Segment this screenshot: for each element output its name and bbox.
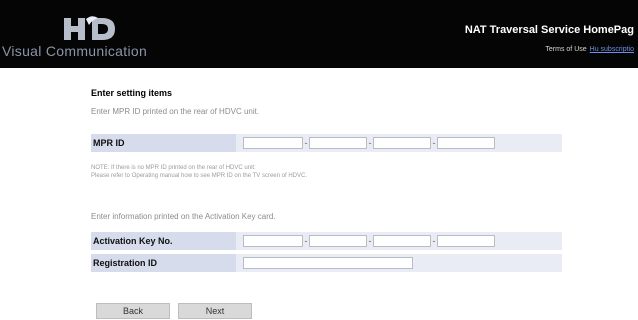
mpr-id-field-4[interactable] xyxy=(437,137,495,149)
hd-logo-icon xyxy=(64,16,115,40)
activation-key-label: Activation Key No. xyxy=(91,232,236,250)
mpr-id-fields: - - - xyxy=(243,137,495,149)
registration-id-label: Registration ID xyxy=(91,254,236,272)
mpr-instruction: Enter MPR ID printed on the rear of HDVC… xyxy=(91,107,260,116)
activation-key-field-2[interactable] xyxy=(309,235,367,247)
activation-key-field-3[interactable] xyxy=(373,235,431,247)
registration-id-field[interactable] xyxy=(243,257,413,269)
site-title: NAT Traversal Service HomePag xyxy=(464,24,634,36)
mpr-note-line-2: Please refer to Operating manual how to … xyxy=(91,173,307,179)
header-bar: Visual Communication NAT Traversal Servi… xyxy=(0,0,638,68)
mpr-id-label: MPR ID xyxy=(91,134,236,152)
activation-key-field-1[interactable] xyxy=(243,235,303,247)
settings-form: Enter setting items Enter MPR ID printed… xyxy=(80,88,580,272)
activation-key-field-4[interactable] xyxy=(437,235,495,247)
mpr-id-row: MPR ID - - - xyxy=(91,134,562,152)
registration-id-row: Registration ID xyxy=(91,254,562,272)
terms-of-use-link[interactable]: Terms of Use xyxy=(545,46,586,53)
mpr-id-field-3[interactable] xyxy=(373,137,431,149)
top-links: Terms of Use Hu subscriptio xyxy=(545,46,634,53)
mpr-note-line-1: NOTE: If there is no MPR ID printed on t… xyxy=(91,165,256,171)
subscription-link[interactable]: Hu subscriptio xyxy=(590,46,634,53)
mpr-id-field-2[interactable] xyxy=(309,137,367,149)
registration-id-fields xyxy=(243,257,413,269)
activation-instruction: Enter information printed on the Activat… xyxy=(91,212,276,221)
mpr-id-field-1[interactable] xyxy=(243,137,303,149)
next-button[interactable]: Next xyxy=(178,303,252,319)
activation-key-row: Activation Key No. - - - xyxy=(91,232,562,250)
activation-key-fields: - - - xyxy=(243,235,495,247)
logo-text: Visual Communication xyxy=(2,43,148,59)
section-heading: Enter setting items xyxy=(91,88,173,98)
back-button[interactable]: Back xyxy=(96,303,170,319)
